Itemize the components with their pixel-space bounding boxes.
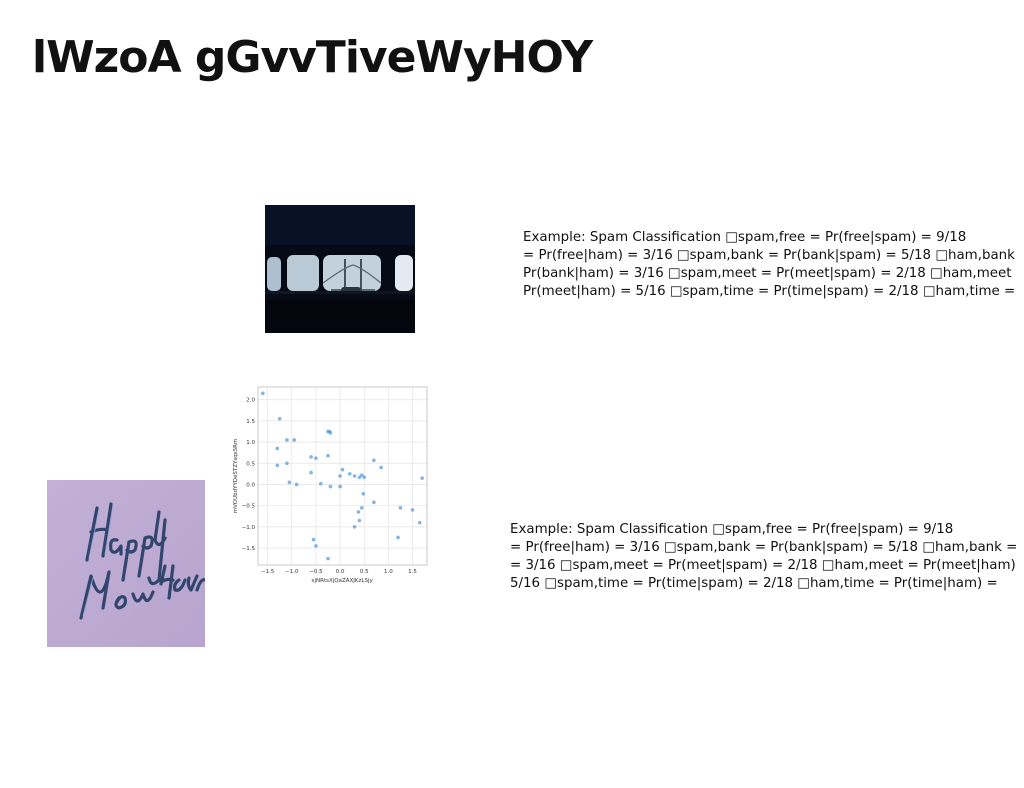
scatter-point [326, 556, 330, 561]
text-block-1: Example: Spam Classification □spam,free … [523, 229, 1023, 301]
x-tick-label: −1.0 [285, 569, 299, 575]
scatter-point [362, 475, 367, 480]
scatter-point [326, 453, 330, 458]
scatter-point [361, 492, 366, 496]
scatter-point [356, 510, 361, 514]
scatter-point [285, 438, 289, 442]
scatter-point [314, 544, 318, 548]
x-tick-label: −0.5 [309, 569, 323, 575]
scatter-point [396, 535, 400, 540]
scatter-point [311, 537, 316, 542]
scatter-point [318, 481, 323, 486]
scatter-point [287, 480, 292, 485]
scatter-point [417, 520, 422, 525]
scatter-point [338, 484, 342, 489]
scatter-point [294, 482, 299, 487]
scatter-point [275, 463, 280, 468]
scatter-point [352, 525, 357, 529]
text-line: Pr(bank|ham) = 3/16 □spam,meet = Pr(meet… [523, 266, 1012, 281]
scatter-point [357, 475, 362, 480]
scatter-point [398, 505, 403, 510]
scatter-point [314, 456, 318, 460]
text-line: = 3/16 □spam,meet = Pr(meet|spam) = 2/18… [510, 558, 1016, 573]
text-line: = Pr(free|ham) = 3/16 □spam,bank = Pr(ba… [510, 540, 1018, 555]
scatter-point [327, 429, 332, 434]
scatter-point [309, 455, 313, 459]
y-tick-label: 1.0 [246, 440, 255, 446]
page-title: lWzoA gGvvTiveWyHOY [32, 32, 593, 83]
x-tick-label: −1.5 [261, 569, 275, 575]
scatter-xlabel: xjNRtsXjQaZAXJKzLSjy [311, 578, 373, 584]
scatter-point [357, 518, 362, 523]
y-tick-label: 0.0 [246, 482, 255, 488]
scatter-point [410, 508, 415, 512]
scatter-point [309, 470, 313, 475]
text-line: = Pr(free|ham) = 3/16 □spam,bank = Pr(ba… [523, 248, 1015, 263]
y-tick-label: −1.5 [242, 546, 256, 552]
text-line: Example: Spam Classification □spam,free … [510, 522, 954, 537]
y-tick-label: 0.5 [246, 461, 255, 467]
scatter-point [379, 465, 383, 470]
y-tick-label: 2.0 [246, 398, 255, 404]
scatter-point [292, 438, 297, 442]
text-line: 5/16 □spam,time = Pr(time|spam) = 2/18 □… [510, 576, 998, 591]
scatter-point [347, 472, 352, 476]
x-tick-label: 0.0 [336, 569, 345, 575]
text-line: Example: Spam Classification □spam,free … [523, 230, 967, 245]
scatter-point [340, 467, 345, 472]
train-window-photo [265, 205, 415, 333]
scatter-point [261, 391, 265, 396]
scatter-point [338, 474, 342, 478]
happy-new-year-photo [47, 480, 205, 647]
scatter-plot-image: −1.5 −1.0 −0.5 0.0 0.5 1.0 1.5 2.0 1.5 1.0 0.5 0.0… [228, 382, 433, 587]
x-tick-label: 0.5 [360, 569, 369, 575]
scatter-point [372, 458, 376, 463]
scatter-ylabel: mVOUbdYYDeSTZYsqsSRm [233, 439, 239, 514]
text-line: Pr(meet|ham) = 5/16 □spam,time = Pr(time… [523, 284, 1016, 299]
text-block-2: Example: Spam Classification □spam,free … [510, 521, 1024, 593]
scatter-point [285, 461, 289, 466]
x-tick-label: 1.5 [408, 569, 417, 575]
x-tick-label: 1.0 [384, 569, 393, 575]
y-tick-label: 1.5 [246, 419, 255, 425]
scatter-point [277, 416, 282, 421]
scatter-point [328, 484, 333, 489]
scatter-point [275, 446, 280, 451]
scatter-point [360, 505, 364, 510]
y-tick-label: −1.0 [242, 525, 256, 531]
y-tick-label: −0.5 [242, 504, 256, 510]
scatter-point [420, 476, 424, 480]
scatter-point [372, 500, 376, 505]
scatter-point [352, 474, 357, 478]
